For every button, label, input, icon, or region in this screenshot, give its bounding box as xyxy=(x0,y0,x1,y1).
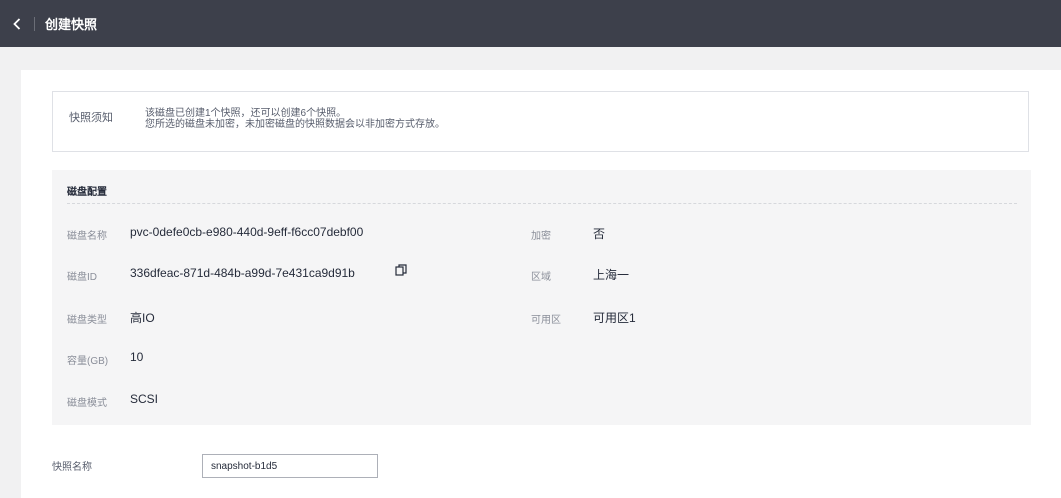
disk-id-label: 磁盘ID xyxy=(67,272,97,283)
snapshot-name-input[interactable] xyxy=(202,454,378,478)
region-value: 上海一 xyxy=(593,268,630,282)
notice-label: 快照须知 xyxy=(69,112,113,124)
copy-icon[interactable] xyxy=(395,264,407,276)
encryption-value: 否 xyxy=(593,227,606,241)
disk-config-title: 磁盘配置 xyxy=(67,187,107,198)
disk-id-value: 336dfeac-871d-484b-a99d-7e431ca9d91b xyxy=(130,266,355,280)
capacity-label: 容量(GB) xyxy=(67,356,109,367)
disk-name-label: 磁盘名称 xyxy=(67,231,107,242)
notice-text: 该磁盘已创建1个快照，还可以创建6个快照。 您所选的磁盘未加密，未加密磁盘的快照… xyxy=(145,108,445,130)
notice-line: 您所选的磁盘未加密，未加密磁盘的快照数据会以非加密方式存放。 xyxy=(145,119,445,130)
title-divider xyxy=(34,16,35,31)
az-value: 可用区1 xyxy=(593,311,636,325)
main-card: 快照须知 该磁盘已创建1个快照，还可以创建6个快照。 您所选的磁盘未加密，未加密… xyxy=(21,70,1061,498)
encryption-label: 加密 xyxy=(531,231,551,242)
disk-config-panel: 磁盘配置 磁盘名称 pvc-0defe0cb-e980-440d-9eff-f6… xyxy=(52,170,1031,425)
divider xyxy=(67,203,1017,204)
az-label: 可用区 xyxy=(531,315,561,326)
disk-name-value: pvc-0defe0cb-e980-440d-9eff-f6cc07debf00 xyxy=(130,225,364,239)
disk-mode-label: 磁盘模式 xyxy=(67,398,107,409)
page-title: 创建快照 xyxy=(45,17,98,32)
top-bar: 创建快照 xyxy=(0,0,1061,47)
chevron-left-icon xyxy=(13,17,21,30)
back-button[interactable] xyxy=(0,0,34,47)
disk-mode-value: SCSI xyxy=(130,392,159,406)
disk-type-label: 磁盘类型 xyxy=(67,315,107,326)
capacity-value: 10 xyxy=(130,350,144,364)
snapshot-name-label: 快照名称 xyxy=(52,462,92,473)
region-label: 区域 xyxy=(531,272,551,283)
disk-type-value: 高IO xyxy=(130,311,155,325)
notice-line: 该磁盘已创建1个快照，还可以创建6个快照。 xyxy=(145,108,347,119)
snapshot-notice: 快照须知 该磁盘已创建1个快照，还可以创建6个快照。 您所选的磁盘未加密，未加密… xyxy=(52,91,1029,152)
